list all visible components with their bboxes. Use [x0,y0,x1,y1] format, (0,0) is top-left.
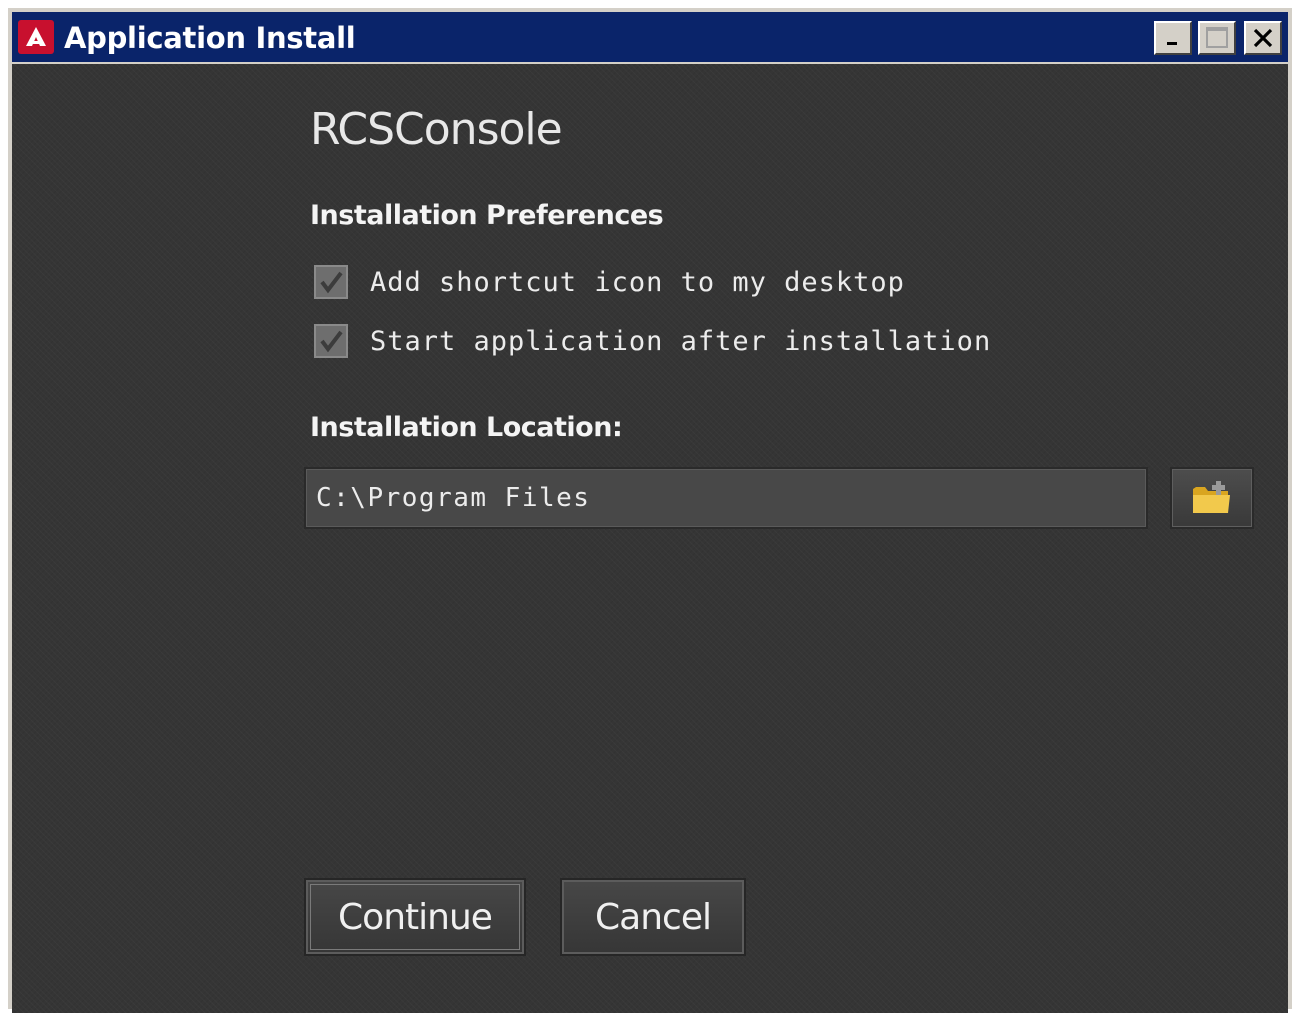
checkmark-icon [320,271,343,294]
start-after-install-option[interactable]: Start application after installation [314,321,991,361]
location-heading: Installation Location: [310,412,623,443]
start-after-install-label: Start application after installation [370,325,992,357]
preferences-heading: Installation Preferences [310,200,664,231]
adobe-air-logo-icon [18,20,54,54]
install-panel: RCSConsole Installation Preferences Add … [12,64,1288,1013]
minimize-button[interactable] [1154,21,1192,55]
continue-button[interactable]: Continue [304,878,526,956]
folder-icon [1193,481,1230,513]
install-path-input[interactable] [304,467,1148,529]
close-icon [1253,28,1273,48]
install-window: Application Install RCSConsole Installat… [8,8,1292,1013]
close-button[interactable] [1244,21,1282,55]
app-name: RCSConsole [310,104,563,155]
start-after-install-checkbox[interactable] [314,324,348,358]
desktop-shortcut-checkbox[interactable] [314,265,348,299]
cancel-button[interactable]: Cancel [560,878,746,956]
desktop-shortcut-label: Add shortcut icon to my desktop [370,266,905,298]
title-bar[interactable]: Application Install [12,12,1288,64]
maximize-button[interactable] [1198,21,1236,55]
desktop-shortcut-option[interactable]: Add shortcut icon to my desktop [314,262,905,302]
window-title: Application Install [64,21,356,55]
browse-folder-button[interactable] [1170,467,1254,529]
minimize-icon [1167,42,1177,45]
maximize-icon [1206,27,1228,48]
checkmark-icon [320,330,343,353]
